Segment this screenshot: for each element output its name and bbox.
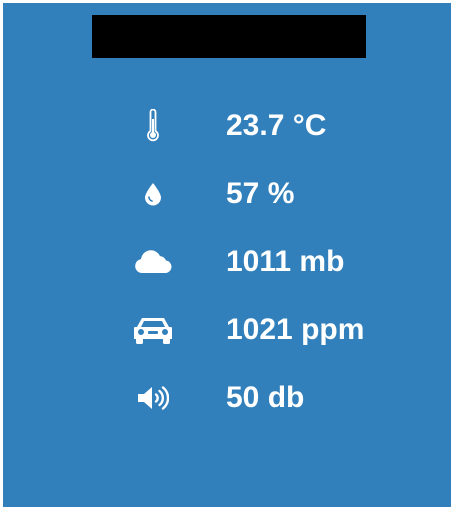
car-icon [128,310,178,350]
reading-humidity: 57 % [3,174,454,214]
cloud-icon [128,242,178,282]
reading-pressure: 1011 mb [3,242,454,282]
water-drop-icon [128,174,178,214]
reading-air-quality: 1021 ppm [3,310,454,350]
thermometer-icon [128,106,178,146]
redacted-title-bar [92,15,366,58]
humidity-value: 57 % [226,177,295,210]
temperature-value: 23.7 °C [226,109,327,142]
speaker-volume-icon [128,378,178,418]
reading-temperature: 23.7 °C [3,106,454,146]
sensor-panel: 23.7 °C 57 % 1011 mb 1021 ppm 50 db [0,0,454,510]
pressure-value: 1011 mb [226,245,345,278]
air-quality-value: 1021 ppm [226,313,365,346]
reading-noise: 50 db [3,378,454,418]
noise-value: 50 db [226,381,305,414]
